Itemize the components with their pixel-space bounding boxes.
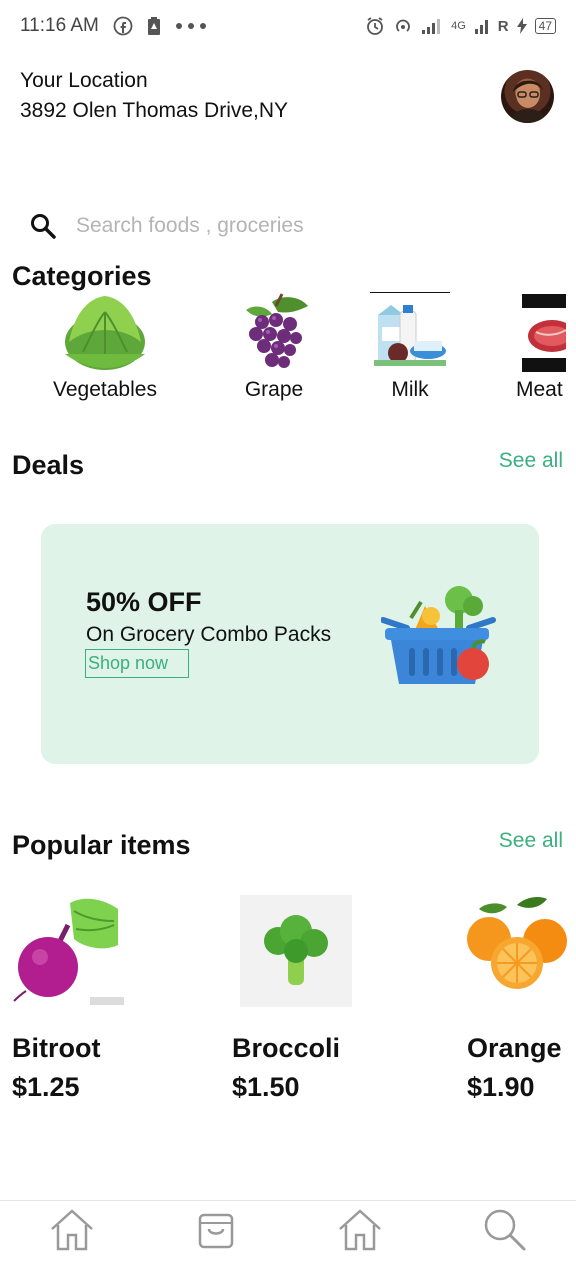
category-vegetables[interactable]: Vegetables — [40, 292, 170, 402]
lettuce-icon — [63, 292, 147, 372]
product-name: Bitroot — [12, 1033, 101, 1063]
category-grape[interactable]: Grape — [204, 292, 344, 402]
network-label: 4G — [451, 20, 466, 32]
signal-icon-2 — [474, 17, 490, 35]
notification-icon — [147, 16, 161, 36]
deals-see-all-link[interactable]: See all — [499, 449, 563, 473]
shopping-bag-icon — [196, 1207, 236, 1256]
location-block[interactable]: Your Location 3892 Olen Thomas Drive,NY — [20, 66, 288, 126]
categories-list: Vegetables Grape Milk Meat — [0, 292, 576, 412]
grape-icon — [232, 292, 316, 372]
orange-image — [467, 895, 576, 1007]
signal-icon — [421, 17, 443, 35]
home-icon — [49, 1207, 95, 1256]
popular-see-all-link[interactable]: See all — [499, 829, 563, 853]
facebook-icon — [113, 16, 133, 36]
nav-home-button[interactable] — [48, 1207, 96, 1255]
category-label: Grape — [244, 378, 304, 401]
search-input[interactable] — [76, 214, 496, 238]
beetroot-image — [12, 895, 124, 1007]
search-bar[interactable] — [28, 206, 548, 246]
status-bar: 11:16 AM 4G R 47 — [0, 0, 576, 52]
hotspot-icon — [393, 16, 413, 36]
battery-level: 47 — [538, 18, 552, 33]
product-price: $1.25 — [12, 1072, 80, 1102]
product-card-orange[interactable]: Orange $1.90 — [467, 895, 576, 1103]
nav-home-button-2[interactable] — [336, 1207, 384, 1255]
search-icon — [482, 1207, 526, 1256]
grocery-basket-icon — [380, 576, 496, 691]
categories-title: Categories — [12, 261, 152, 291]
search-icon[interactable] — [28, 211, 58, 241]
alarm-icon — [365, 16, 385, 36]
product-name: Broccoli — [232, 1033, 341, 1063]
popular-items-list: Bitroot $1.25 Broccoli $1.50 Orange $1.9… — [0, 895, 576, 1125]
product-price: $1.90 — [467, 1072, 535, 1102]
more-dots-icon — [175, 22, 207, 30]
bottom-nav — [0, 1200, 576, 1280]
location-label: Your Location — [20, 69, 148, 92]
category-label: Milk — [391, 378, 429, 401]
charging-icon — [516, 18, 527, 34]
deal-headline: 50% OFF — [86, 587, 202, 617]
product-card-broccoli[interactable]: Broccoli $1.50 — [232, 895, 352, 1103]
status-time: 11:16 AM — [20, 15, 99, 36]
shop-now-button[interactable]: Shop now — [85, 649, 189, 678]
category-meat[interactable]: Meat — [512, 292, 576, 402]
popular-title: Popular items — [12, 830, 191, 860]
carrier-label: R — [497, 17, 509, 35]
nav-search-button[interactable] — [480, 1207, 528, 1255]
deals-title: Deals — [12, 450, 85, 480]
battery-indicator: 47 — [534, 18, 556, 34]
location-address: 3892 Olen Thomas Drive,NY — [20, 99, 289, 122]
product-name: Orange — [467, 1033, 562, 1063]
category-label: Vegetables — [53, 378, 157, 401]
nav-cart-button[interactable] — [192, 1207, 240, 1255]
deal-subtitle: On Grocery Combo Packs — [86, 623, 332, 646]
meat-icon — [522, 292, 576, 372]
deal-card[interactable]: 50% OFF On Grocery Combo Packs Shop now — [41, 524, 539, 764]
milk-icon — [370, 292, 450, 372]
broccoli-image — [240, 895, 352, 1007]
avatar[interactable] — [501, 70, 554, 123]
category-label: Meat — [516, 378, 563, 401]
product-card-bitroot[interactable]: Bitroot $1.25 — [12, 895, 124, 1103]
product-price: $1.50 — [232, 1072, 300, 1102]
category-milk[interactable]: Milk — [362, 292, 458, 402]
home-icon — [337, 1207, 383, 1256]
